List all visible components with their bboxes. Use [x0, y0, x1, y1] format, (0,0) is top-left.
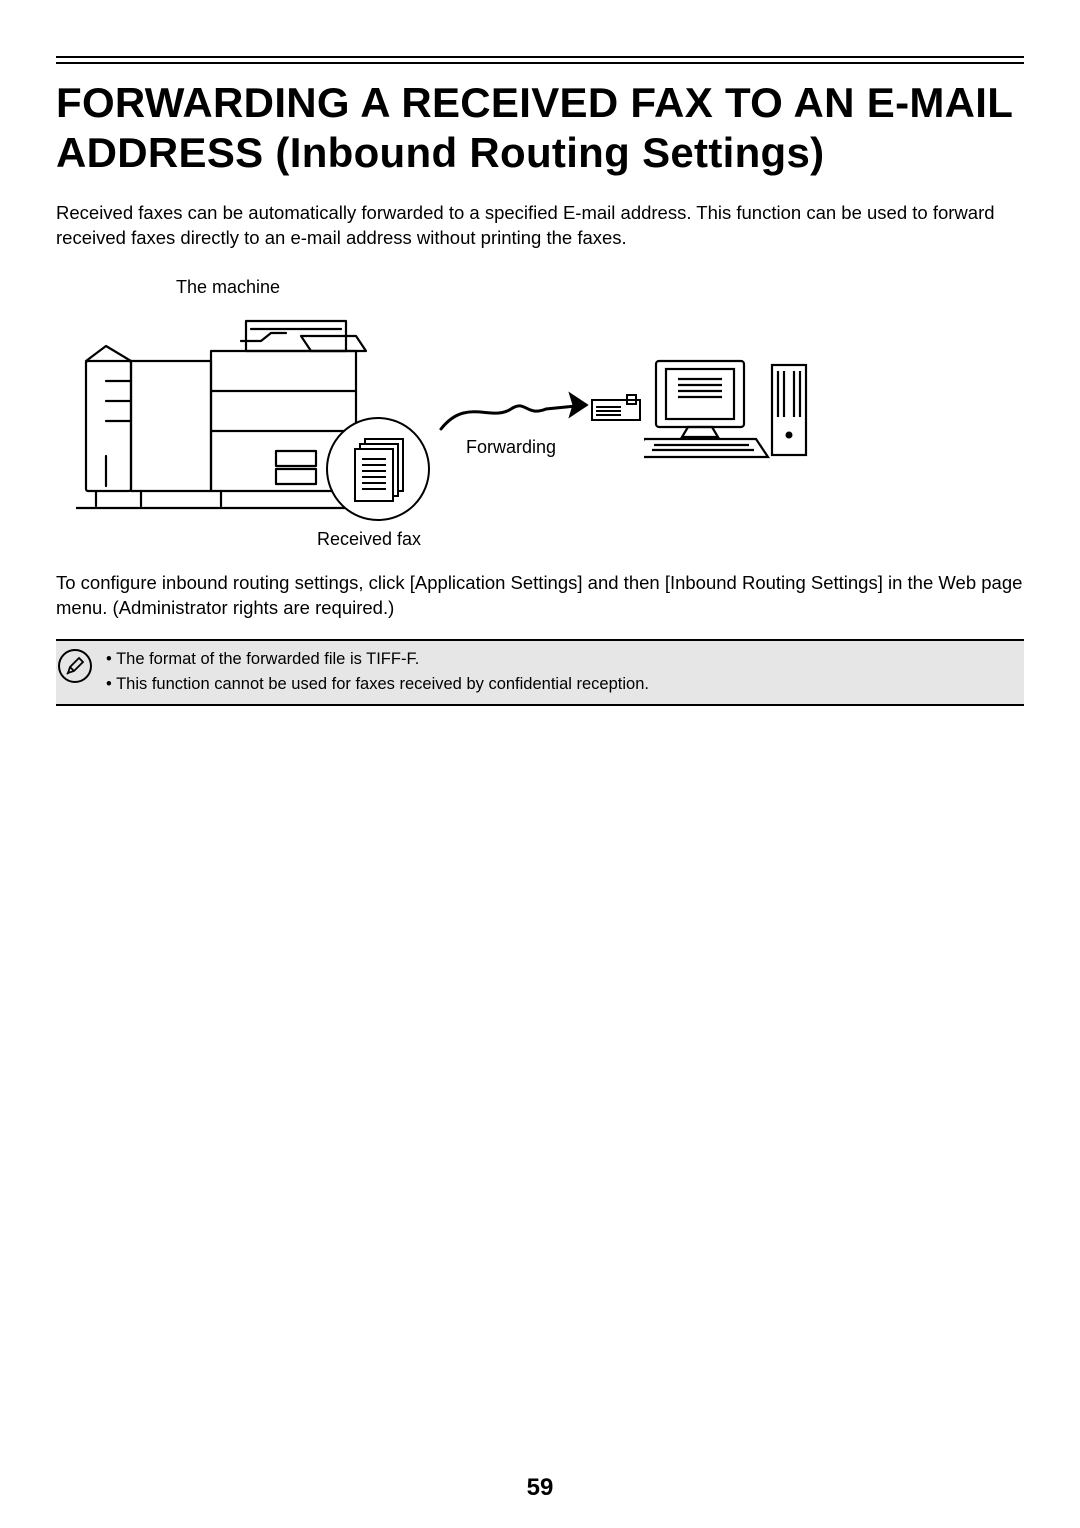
note-box: The format of the forwarded file is TIFF… [56, 639, 1024, 707]
document-stack-icon [354, 438, 402, 500]
page-title: FORWARDING A RECEIVED FAX TO AN E-MAIL A… [56, 78, 1024, 177]
forwarding-label: Forwarding [466, 437, 556, 458]
intro-paragraph: Received faxes can be automatically forw… [56, 201, 1024, 251]
received-fax-circle-icon [326, 417, 430, 521]
page-number: 59 [0, 1474, 1080, 1502]
double-rule [56, 56, 1024, 64]
figure: The machine Forwarding Received fax [56, 277, 826, 557]
computer-icon [644, 357, 814, 462]
config-paragraph: To configure inbound routing settings, c… [56, 571, 1024, 621]
note-item: This function cannot be used for faxes r… [106, 672, 649, 697]
machine-label: The machine [176, 277, 280, 298]
forwarding-arrow-icon [436, 387, 606, 437]
note-list: The format of the forwarded file is TIFF… [106, 647, 649, 697]
pencil-note-icon [58, 649, 92, 683]
fax-machine-icon [591, 392, 641, 422]
received-fax-label: Received fax [317, 529, 421, 550]
note-item: The format of the forwarded file is TIFF… [106, 647, 649, 672]
